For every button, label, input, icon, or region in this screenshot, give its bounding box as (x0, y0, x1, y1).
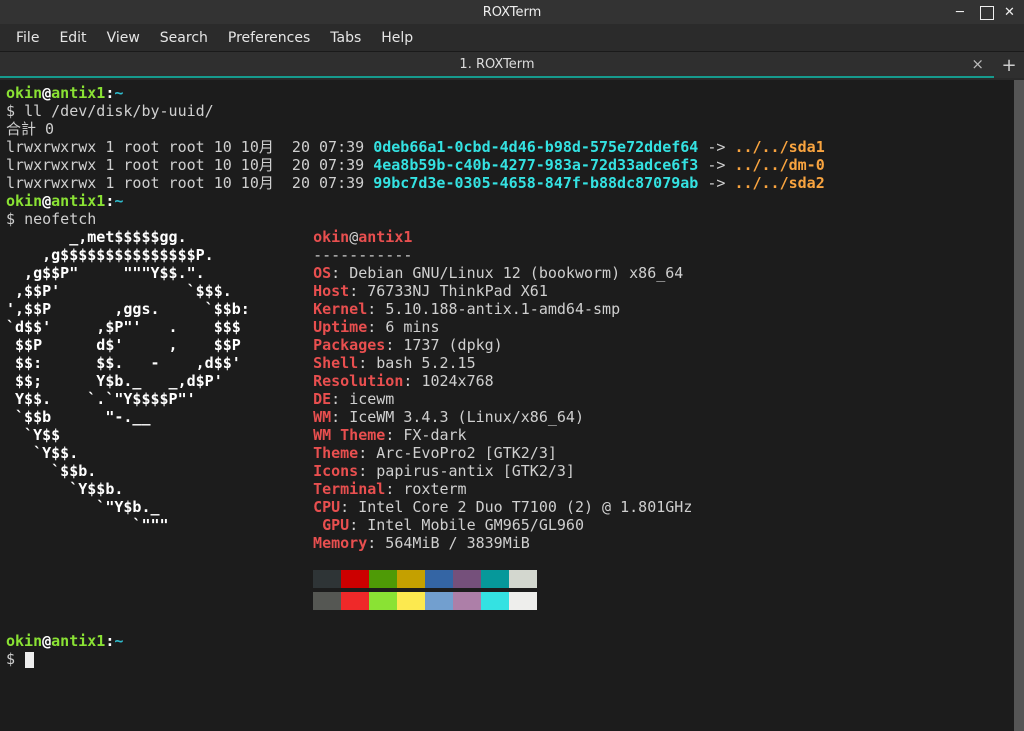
prompt-symbol: $ (6, 102, 15, 120)
menu-tabs[interactable]: Tabs (320, 26, 371, 50)
menubar: File Edit View Search Preferences Tabs H… (0, 24, 1024, 52)
ll-uuid-1: 4ea8b59b-c40b-4277-983a-72d33adce6f3 (373, 156, 698, 174)
nf-resolution: 1024x768 (421, 372, 493, 390)
new-tab-button[interactable]: + (994, 52, 1024, 78)
color-swatch (509, 592, 537, 610)
color-palette-row1 (313, 570, 537, 588)
tab-close-icon[interactable]: × (971, 55, 984, 73)
color-swatch (369, 570, 397, 588)
close-icon[interactable] (1004, 5, 1018, 19)
nf-packages: 1737 (dpkg) (403, 336, 502, 354)
window-title: ROXTerm (483, 5, 542, 20)
color-palette-row2 (313, 592, 537, 610)
color-swatch (341, 570, 369, 588)
nf-theme: Arc-EvoPro2 [GTK2/3] (376, 444, 557, 462)
color-swatch (453, 570, 481, 588)
menu-view[interactable]: View (97, 26, 150, 50)
window-controls (956, 5, 1018, 20)
color-swatch (453, 592, 481, 610)
ll-perm-0: lrwxrwxrwx 1 root root 10 10月 20 07:39 (6, 138, 373, 156)
window-titlebar: ROXTerm (0, 0, 1024, 24)
ll-target-2: ../../sda2 (734, 174, 824, 192)
ll-perm-2: lrwxrwxrwx 1 root root 10 10月 20 07:39 (6, 174, 373, 192)
ll-total: 合計 0 (6, 120, 54, 138)
nf-terminal: roxterm (403, 480, 466, 498)
color-swatch (425, 592, 453, 610)
ll-target-1: ../../dm-0 (734, 156, 824, 174)
nf-icons: papirus-antix [GTK2/3] (376, 462, 575, 480)
nf-kernel: 5.10.188-antix.1-amd64-smp (385, 300, 620, 318)
menu-search[interactable]: Search (150, 26, 218, 50)
color-swatch (481, 570, 509, 588)
nf-header-host: antix1 (358, 228, 412, 246)
prompt-host: antix1 (51, 84, 105, 102)
color-swatch (509, 570, 537, 588)
nf-os: Debian GNU/Linux 12 (bookworm) x86_64 (349, 264, 683, 282)
logo-line: _,met$$$$$gg. (6, 228, 259, 246)
ll-perm-1: lrwxrwxrwx 1 root root 10 10月 20 07:39 (6, 156, 373, 174)
ll-target-0: ../../sda1 (734, 138, 824, 156)
scrollbar-thumb[interactable] (1014, 80, 1024, 731)
color-swatch (341, 592, 369, 610)
nf-wm: IceWM 3.4.3 (Linux/x86_64) (349, 408, 584, 426)
nf-memory: 564MiB / 3839MiB (385, 534, 530, 552)
tab-label: 1. ROXTerm (459, 57, 534, 72)
color-swatch (397, 592, 425, 610)
prompt-path: ~ (114, 84, 123, 102)
tab-1[interactable]: 1. ROXTerm × (0, 52, 994, 78)
nf-gpu: Intel Mobile GM965/GL960 (367, 516, 584, 534)
nf-uptime: 6 mins (385, 318, 439, 336)
menu-help[interactable]: Help (371, 26, 423, 50)
nf-cpu: Intel Core 2 Duo T7100 (2) @ 1.801GHz (358, 498, 692, 516)
terminal[interactable]: okin@antix1:~ $ ll /dev/disk/by-uuid/ 合計… (0, 80, 1024, 731)
color-swatch (397, 570, 425, 588)
scrollbar[interactable] (1014, 80, 1024, 731)
minimize-icon[interactable] (956, 5, 970, 19)
prompt-at: @ (42, 84, 51, 102)
nf-shell: bash 5.2.15 (376, 354, 475, 372)
menu-file[interactable]: File (6, 26, 49, 50)
color-swatch (313, 592, 341, 610)
nf-host: 76733NJ ThinkPad X61 (367, 282, 548, 300)
maximize-icon[interactable] (980, 6, 994, 20)
color-swatch (313, 570, 341, 588)
ll-uuid-0: 0deb66a1-0cbd-4d46-b98d-575e72ddef64 (373, 138, 698, 156)
prompt-user: okin (6, 84, 42, 102)
terminal-cursor (25, 652, 34, 668)
color-swatch (425, 570, 453, 588)
nf-dashes: ----------- (313, 246, 412, 264)
color-swatch (369, 592, 397, 610)
menu-preferences[interactable]: Preferences (218, 26, 320, 50)
cmd-ll: ll /dev/disk/by-uuid/ (24, 102, 214, 120)
nf-wm-theme: FX-dark (403, 426, 466, 444)
nf-de: icewm (349, 390, 394, 408)
menu-edit[interactable]: Edit (49, 26, 96, 50)
nf-header-user: okin (313, 228, 349, 246)
tabbar: 1. ROXTerm × + (0, 52, 1024, 80)
cmd-neofetch: neofetch (24, 210, 96, 228)
color-swatch (481, 592, 509, 610)
ll-uuid-2: 99bc7d3e-0305-4658-847f-b88dc87079ab (373, 174, 698, 192)
